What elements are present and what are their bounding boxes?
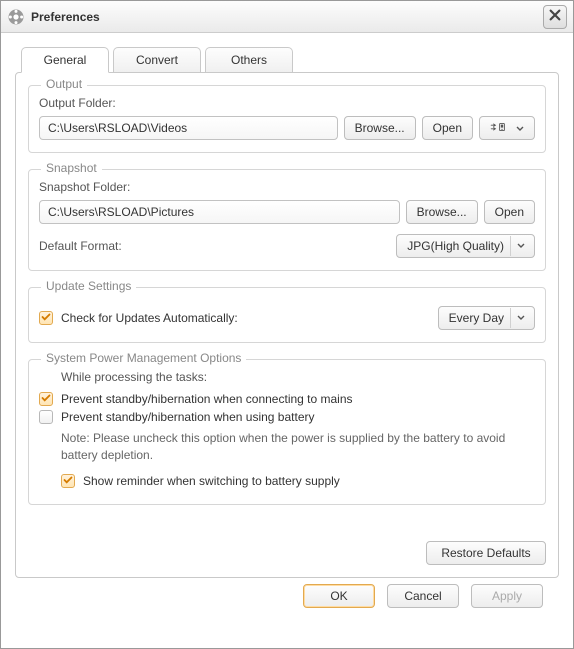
snapshot-group: Snapshot Snapshot Folder: Browse... Open…	[28, 169, 546, 271]
button-label: Browse...	[355, 121, 405, 135]
prevent-standby-battery-label: Prevent standby/hibernation when using b…	[61, 410, 315, 424]
while-processing-label: While processing the tasks:	[61, 370, 535, 384]
tab-bar: General Convert Others	[15, 47, 559, 72]
apply-button[interactable]: Apply	[471, 584, 543, 608]
chevron-down-icon	[510, 308, 530, 328]
tab-label: Others	[231, 53, 267, 67]
dialog-body: General Convert Others Output Output Fol…	[1, 33, 573, 648]
chevron-down-icon	[510, 236, 530, 256]
prevent-standby-mains-label: Prevent standby/hibernation when connect…	[61, 392, 353, 406]
snapshot-folder-input[interactable]	[39, 200, 400, 224]
output-browse-button[interactable]: Browse...	[344, 116, 416, 140]
restore-defaults-button[interactable]: Restore Defaults	[426, 541, 546, 565]
check-icon	[41, 392, 51, 406]
tab-general[interactable]: General	[21, 47, 109, 73]
dialog-footer: OK Cancel Apply	[15, 578, 559, 620]
output-open-button[interactable]: Open	[422, 116, 473, 140]
default-format-label: Default Format:	[39, 239, 122, 253]
button-label: Cancel	[404, 589, 441, 603]
titlebar: Preferences	[1, 1, 573, 33]
power-group: System Power Management Options While pr…	[28, 359, 546, 505]
button-label: Restore Defaults	[441, 546, 530, 560]
snapshot-open-button[interactable]: Open	[484, 200, 535, 224]
snapshot-legend: Snapshot	[41, 161, 102, 175]
prevent-standby-battery-checkbox[interactable]	[39, 410, 53, 424]
output-legend: Output	[41, 77, 87, 91]
preferences-window: Preferences General Convert Others Outpu…	[0, 0, 574, 649]
tab-panel-general: Output Output Folder: Browse... Open	[15, 72, 559, 578]
default-format-select[interactable]: JPG(High Quality)	[396, 234, 535, 258]
check-icon	[41, 311, 51, 325]
button-label: Apply	[492, 589, 522, 603]
show-reminder-checkbox[interactable]	[61, 474, 75, 488]
check-updates-label: Check for Updates Automatically:	[61, 311, 238, 325]
tab-others[interactable]: Others	[205, 47, 293, 72]
check-icon	[63, 474, 73, 488]
button-label: Open	[433, 121, 462, 135]
output-group: Output Output Folder: Browse... Open	[28, 85, 546, 153]
cancel-button[interactable]: Cancel	[387, 584, 459, 608]
prevent-standby-mains-checkbox[interactable]	[39, 392, 53, 406]
app-icon	[7, 8, 25, 26]
select-value: JPG(High Quality)	[407, 239, 504, 253]
button-label: Browse...	[417, 205, 467, 219]
battery-note: Note: Please uncheck this option when th…	[61, 430, 535, 464]
close-icon	[548, 8, 562, 25]
select-value: Every Day	[449, 311, 504, 325]
tab-label: Convert	[136, 53, 178, 67]
button-label: OK	[330, 589, 347, 603]
update-legend: Update Settings	[41, 279, 136, 293]
check-updates-checkbox[interactable]	[39, 311, 53, 325]
snapshot-folder-label: Snapshot Folder:	[39, 180, 535, 194]
transfer-icon	[490, 120, 508, 137]
chevron-down-icon	[516, 121, 524, 135]
close-button[interactable]	[543, 5, 567, 29]
output-folder-input[interactable]	[39, 116, 338, 140]
power-legend: System Power Management Options	[41, 351, 246, 365]
output-folder-label: Output Folder:	[39, 96, 535, 110]
button-label: Open	[495, 205, 524, 219]
snapshot-browse-button[interactable]: Browse...	[406, 200, 478, 224]
ok-button[interactable]: OK	[303, 584, 375, 608]
tab-convert[interactable]: Convert	[113, 47, 201, 72]
update-frequency-select[interactable]: Every Day	[438, 306, 535, 330]
show-reminder-label: Show reminder when switching to battery …	[83, 474, 340, 488]
update-group: Update Settings Check for Updates Automa…	[28, 287, 546, 343]
output-device-dropdown[interactable]	[479, 116, 535, 140]
tab-label: General	[44, 53, 87, 67]
window-title: Preferences	[31, 10, 543, 24]
